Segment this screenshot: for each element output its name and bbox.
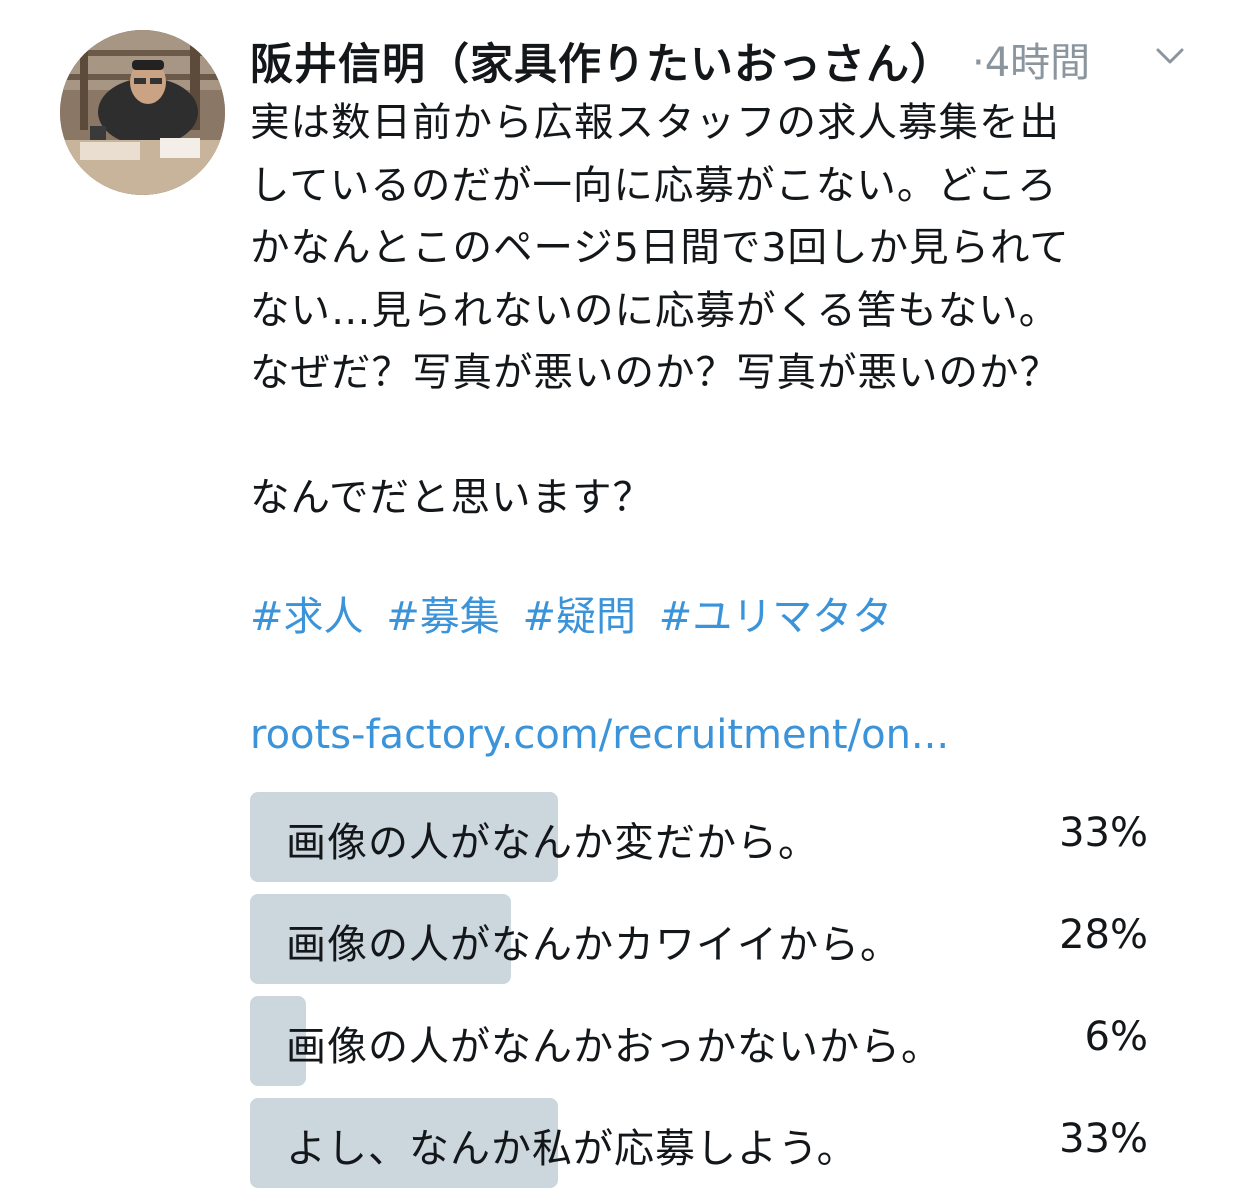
tweet-timestamp[interactable]: ·4時間 [972,30,1090,88]
poll-option-percent: 28% [1059,912,1148,958]
tweet-url-link[interactable]: roots-factory.com/recruitment/on... [250,712,949,758]
poll-option-label: よし、なんか私が応募しよう。 [286,1126,858,1172]
poll-option-label: 画像の人がなんかおっかないから。 [286,1024,942,1070]
poll-option[interactable]: 画像の人がなんかカワイイから。 28% [250,894,1150,984]
tweet-text-line: しているのだが一向に応募がこない。どころ [250,162,1058,209]
poll-option[interactable]: 画像の人がなんかおっかないから。 6% [250,996,1150,1086]
tweet-text-line: なぜだ？写真が悪いのか？写真が悪いのか？ [250,350,1060,396]
hashtag-link[interactable]: #疑問 [522,594,636,640]
poll-option-percent: 33% [1059,1116,1148,1162]
tweet-text-line: かなんとこのページ5日間で3回しか見られて [250,225,1070,271]
hashtag-link[interactable]: #求人 [250,594,364,640]
poll-option-label: 画像の人がなんか変だから。 [286,820,819,866]
avatar-photo [60,30,225,195]
hashtag-link[interactable]: #ユリマタタ [659,594,893,640]
poll-option[interactable]: よし、なんか私が応募しよう。 33% [250,1098,1150,1188]
tweet-header: 阪井信明（家具作りたいおっさん） ·4時間 [250,26,1210,90]
author-name[interactable]: 阪井信明（家具作りたいおっさん） [250,30,954,92]
tweet-text-line: 実は数日前から広報スタッフの求人募集を出 [250,100,1060,146]
poll-option-percent: 33% [1059,810,1148,856]
poll-option-label: 画像の人がなんかカワイイから。 [286,922,901,968]
tweet-text-line: なんでだと思います？ [250,475,654,521]
hashtag-list: #求人 #募集 #疑問 #ユリマタタ [250,584,902,642]
tweet-text: 実は数日前から広報スタッフの求人募集を出 しているのだが一向に応募がこない。どこ… [250,92,1210,530]
poll: 画像の人がなんか変だから。 33% 画像の人がなんかカワイイから。 28% 画像… [250,792,1150,1200]
tweet-text-line: ない…見られないのに応募がくる筈もない。 [250,287,1060,334]
poll-option[interactable]: 画像の人がなんか変だから。 33% [250,792,1150,882]
poll-option-percent: 6% [1084,1014,1148,1060]
chevron-down-icon[interactable] [1152,38,1188,74]
hashtag-link[interactable]: #募集 [386,594,500,640]
avatar[interactable] [60,30,225,195]
